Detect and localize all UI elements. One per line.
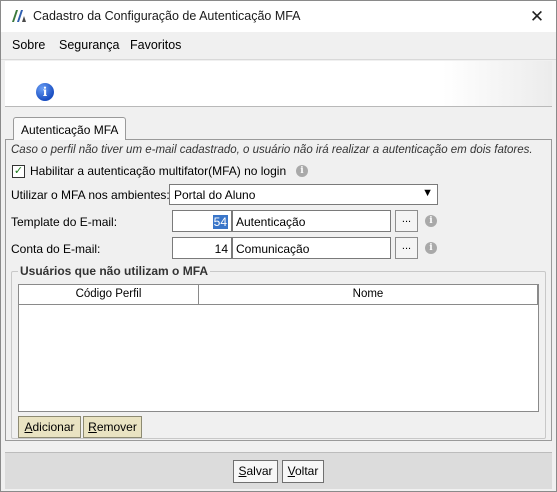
- header-banner: i: [5, 61, 552, 107]
- template-info-icon[interactable]: i: [425, 215, 437, 227]
- info-icon: i: [36, 83, 54, 101]
- template-name-field[interactable]: Autenticação: [232, 210, 391, 232]
- menu-sobre[interactable]: Sobre: [12, 38, 45, 52]
- mfa-enable-label: Habilitar a autenticação multifator(MFA)…: [30, 164, 287, 178]
- remove-button-mnemonic: R: [88, 420, 97, 434]
- window-title: Cadastro da Configuração de Autenticação…: [33, 9, 301, 23]
- mfa-enable-info-icon[interactable]: i: [296, 165, 308, 177]
- menu-seguranca[interactable]: Segurança: [59, 38, 119, 52]
- conta-lookup-button[interactable]: ...: [395, 237, 418, 259]
- add-button-label: dicionar: [32, 420, 75, 434]
- back-button[interactable]: Voltar: [282, 460, 324, 483]
- template-lookup-button[interactable]: ...: [395, 210, 418, 232]
- main-window: Cadastro da Configuração de Autenticação…: [0, 0, 557, 492]
- template-code-value: 54: [212, 215, 228, 229]
- mfa-enable-checkbox[interactable]: ✓: [12, 165, 25, 178]
- close-icon: ✕: [529, 6, 545, 26]
- column-header-codigo-perfil[interactable]: Código Perfil: [19, 285, 199, 305]
- template-code-field[interactable]: 54: [172, 210, 232, 232]
- back-button-label: oltar: [295, 464, 319, 478]
- save-button-label: alvar: [246, 464, 273, 478]
- ambientes-label: Utilizar o MFA nos ambientes:: [11, 188, 170, 202]
- back-button-mnemonic: V: [287, 464, 295, 478]
- ambientes-select[interactable]: Portal do Aluno ▼: [169, 184, 438, 205]
- conta-name-field[interactable]: Comunicação: [232, 237, 391, 259]
- remove-button[interactable]: Remover: [83, 416, 142, 438]
- save-button-mnemonic: S: [238, 464, 247, 478]
- mfa-note: Caso o perfil não tiver um e-mail cadast…: [11, 144, 533, 156]
- usuarios-groupbox: Usuários que não utilizam o MFA Código P…: [11, 264, 546, 439]
- template-label: Template do E-mail:: [11, 215, 118, 229]
- remove-button-label: emover: [96, 420, 137, 434]
- usuarios-grid[interactable]: Código Perfil Nome: [18, 284, 539, 412]
- ambientes-value: Portal do Aluno: [174, 188, 256, 202]
- grid-header: Código Perfil Nome: [19, 285, 538, 305]
- group-title: Usuários que não utilizam o MFA: [18, 264, 211, 278]
- tab-panel: Caso o perfil não tiver um e-mail cadast…: [5, 139, 552, 441]
- column-header-nome[interactable]: Nome: [199, 285, 538, 305]
- conta-label: Conta do E-mail:: [11, 242, 101, 256]
- menu-favoritos[interactable]: Favoritos: [130, 38, 181, 52]
- footer-bar: Salvar Voltar: [5, 452, 552, 489]
- conta-code-field[interactable]: 14: [172, 237, 232, 259]
- save-button[interactable]: Salvar: [233, 460, 278, 483]
- conta-info-icon[interactable]: i: [425, 242, 437, 254]
- add-button[interactable]: Adicionar: [18, 416, 81, 438]
- tab-autenticacao-mfa[interactable]: Autenticação MFA: [13, 117, 126, 140]
- chevron-down-icon: ▼: [422, 187, 433, 199]
- close-button[interactable]: ✕: [518, 1, 556, 32]
- app-logo-icon: [12, 10, 26, 22]
- title-bar: Cadastro da Configuração de Autenticação…: [1, 1, 556, 32]
- menu-bar: Sobre Segurança Favoritos: [1, 32, 556, 60]
